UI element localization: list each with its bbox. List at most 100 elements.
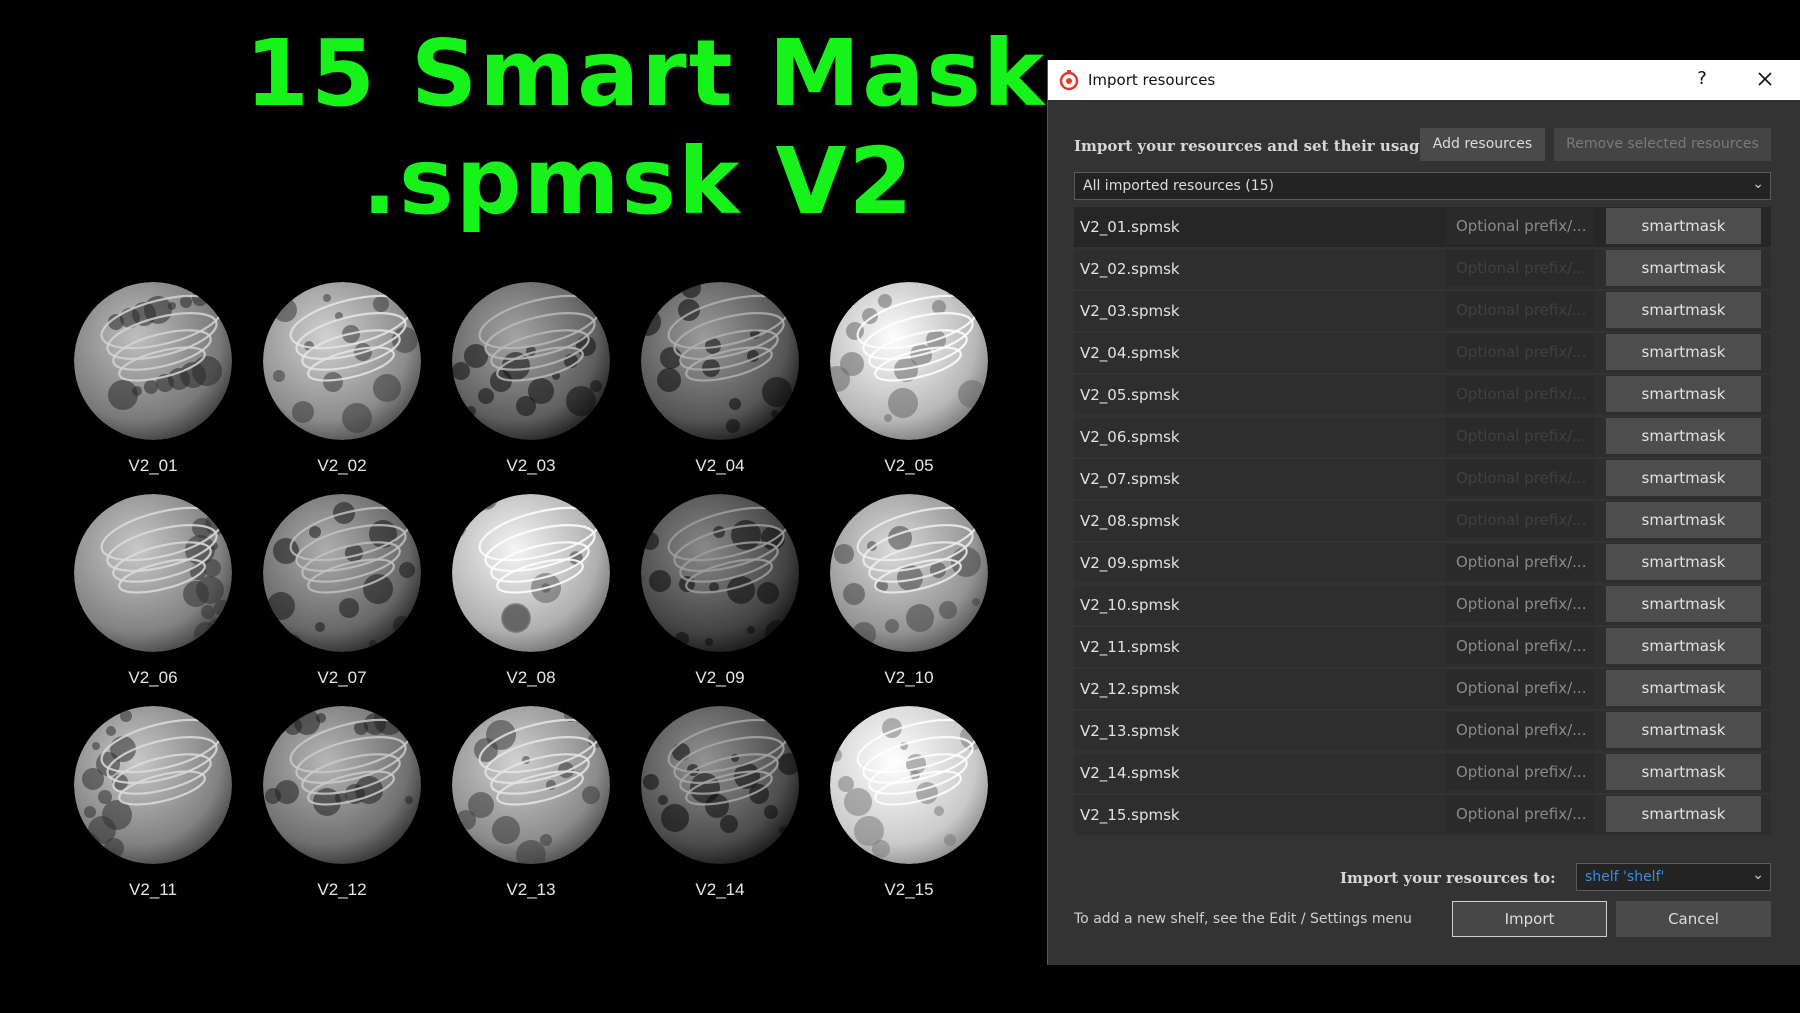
mask-preview-item: V2_05 <box>828 282 998 492</box>
resource-row[interactable]: V2_14.spmsk Optional prefix/... smartmask <box>1074 753 1771 793</box>
mask-preview-item: V2_12 <box>261 706 431 916</box>
shelf-value: shelf 'shelf' <box>1585 869 1665 885</box>
prefix-input[interactable]: Optional prefix/... <box>1446 418 1594 454</box>
mask-preview-item: V2_09 <box>639 494 809 704</box>
mask-preview-item: V2_03 <box>450 282 620 492</box>
mask-preview-label: V2_13 <box>506 880 556 899</box>
prefix-input[interactable]: Optional prefix/... <box>1446 712 1594 748</box>
resource-name: V2_04.spmsk <box>1080 344 1180 362</box>
mask-preview-item: V2_07 <box>261 494 431 704</box>
mask-sphere-image <box>830 494 988 652</box>
import-header-label: Import your resources and set their usag… <box>1074 137 1430 155</box>
prefix-input[interactable]: Optional prefix/... <box>1446 292 1594 328</box>
resource-name: V2_15.spmsk <box>1080 806 1180 824</box>
resource-name: V2_01.spmsk <box>1080 218 1180 236</box>
prefix-input[interactable]: Optional prefix/... <box>1446 460 1594 496</box>
add-resources-button[interactable]: Add resources <box>1420 128 1545 161</box>
mask-sphere-image <box>74 706 232 864</box>
usage-dropdown[interactable]: smartmask <box>1606 334 1761 370</box>
prefix-input[interactable]: Optional prefix/... <box>1446 670 1594 706</box>
mask-preview-label: V2_15 <box>884 880 934 899</box>
resource-row[interactable]: V2_06.spmsk Optional prefix/... smartmask <box>1074 417 1771 457</box>
resource-row[interactable]: V2_13.spmsk Optional prefix/... smartmask <box>1074 711 1771 751</box>
resource-row[interactable]: V2_03.spmsk Optional prefix/... smartmask <box>1074 291 1771 331</box>
mask-preview-label: V2_09 <box>695 668 745 687</box>
resource-row[interactable]: V2_01.spmsk Optional prefix/... smartmask <box>1074 207 1771 247</box>
banner-title-line2: .spmsk V2 <box>362 128 915 235</box>
prefix-input[interactable]: Optional prefix/... <box>1446 754 1594 790</box>
resource-row[interactable]: V2_10.spmsk Optional prefix/... smartmask <box>1074 585 1771 625</box>
import-button[interactable]: Import <box>1452 901 1607 937</box>
shelf-hint: To add a new shelf, see the Edit / Setti… <box>1074 911 1412 927</box>
mask-preview-label: V2_06 <box>128 668 178 687</box>
resource-name: V2_11.spmsk <box>1080 638 1180 656</box>
filter-value: All imported resources (15) <box>1083 178 1275 194</box>
close-button[interactable] <box>1751 66 1779 92</box>
import-resources-dialog: Import resources ? Import your resources… <box>1047 60 1800 965</box>
mask-sphere-image <box>452 282 610 440</box>
mask-preview-label: V2_05 <box>884 456 934 475</box>
mask-sphere-image <box>641 706 799 864</box>
chevron-down-icon: ⌄ <box>1752 176 1764 192</box>
prefix-input[interactable]: Optional prefix/... <box>1446 628 1594 664</box>
resource-row[interactable]: V2_15.spmsk Optional prefix/... smartmask <box>1074 795 1771 835</box>
usage-dropdown[interactable]: smartmask <box>1606 628 1761 664</box>
usage-dropdown[interactable]: smartmask <box>1606 502 1761 538</box>
dialog-titlebar: Import resources ? <box>1048 60 1800 100</box>
usage-dropdown[interactable]: smartmask <box>1606 754 1761 790</box>
mask-sphere-image <box>74 494 232 652</box>
usage-dropdown[interactable]: smartmask <box>1606 586 1761 622</box>
resource-name: V2_09.spmsk <box>1080 554 1180 572</box>
cancel-button[interactable]: Cancel <box>1616 901 1771 937</box>
prefix-input[interactable]: Optional prefix/... <box>1446 208 1594 244</box>
resource-row[interactable]: V2_08.spmsk Optional prefix/... smartmask <box>1074 501 1771 541</box>
resource-name: V2_06.spmsk <box>1080 428 1180 446</box>
resource-row[interactable]: V2_12.spmsk Optional prefix/... smartmask <box>1074 669 1771 709</box>
prefix-input[interactable]: Optional prefix/... <box>1446 544 1594 580</box>
mask-preview-item: V2_04 <box>639 282 809 492</box>
usage-dropdown[interactable]: smartmask <box>1606 544 1761 580</box>
usage-dropdown[interactable]: smartmask <box>1606 796 1761 832</box>
usage-dropdown[interactable]: smartmask <box>1606 418 1761 454</box>
resource-name: V2_02.spmsk <box>1080 260 1180 278</box>
usage-dropdown[interactable]: smartmask <box>1606 712 1761 748</box>
mask-sphere-image <box>74 282 232 440</box>
resource-row[interactable]: V2_04.spmsk Optional prefix/... smartmask <box>1074 333 1771 373</box>
prefix-input[interactable]: Optional prefix/... <box>1446 586 1594 622</box>
resource-row[interactable]: V2_09.spmsk Optional prefix/... smartmask <box>1074 543 1771 583</box>
resource-filter-dropdown[interactable]: All imported resources (15) ⌄ <box>1074 172 1771 200</box>
prefix-input[interactable]: Optional prefix/... <box>1446 334 1594 370</box>
remove-selected-resources-button[interactable]: Remove selected resources <box>1554 128 1771 161</box>
usage-dropdown[interactable]: smartmask <box>1606 292 1761 328</box>
shelf-dropdown[interactable]: shelf 'shelf' ⌄ <box>1576 863 1771 891</box>
prefix-input[interactable]: Optional prefix/... <box>1446 376 1594 412</box>
mask-sphere-image <box>641 282 799 440</box>
mask-preview-item: V2_11 <box>72 706 242 916</box>
resource-row[interactable]: V2_02.spmsk Optional prefix/... smartmask <box>1074 249 1771 289</box>
mask-preview-label: V2_12 <box>317 880 367 899</box>
resource-row[interactable]: V2_11.spmsk Optional prefix/... smartmask <box>1074 627 1771 667</box>
usage-dropdown[interactable]: smartmask <box>1606 376 1761 412</box>
mask-sphere-image <box>452 706 610 864</box>
usage-dropdown[interactable]: smartmask <box>1606 670 1761 706</box>
mask-preview-item: V2_15 <box>828 706 998 916</box>
prefix-input[interactable]: Optional prefix/... <box>1446 250 1594 286</box>
usage-dropdown[interactable]: smartmask <box>1606 250 1761 286</box>
mask-preview-label: V2_10 <box>884 668 934 687</box>
help-button[interactable]: ? <box>1689 66 1715 92</box>
prefix-input[interactable]: Optional prefix/... <box>1446 502 1594 538</box>
resource-name: V2_13.spmsk <box>1080 722 1180 740</box>
resource-row[interactable]: V2_07.spmsk Optional prefix/... smartmask <box>1074 459 1771 499</box>
resource-name: V2_08.spmsk <box>1080 512 1180 530</box>
usage-dropdown[interactable]: smartmask <box>1606 460 1761 496</box>
usage-dropdown[interactable]: smartmask <box>1606 208 1761 244</box>
mask-sphere-image <box>452 494 610 652</box>
dialog-title: Import resources <box>1088 71 1216 89</box>
mask-preview-label: V2_04 <box>695 456 745 475</box>
prefix-input[interactable]: Optional prefix/... <box>1446 796 1594 832</box>
resource-row[interactable]: V2_05.spmsk Optional prefix/... smartmask <box>1074 375 1771 415</box>
import-to-label: Import your resources to: <box>1340 869 1556 887</box>
close-icon <box>1758 72 1772 86</box>
mask-preview-label: V2_03 <box>506 456 556 475</box>
banner-title-line1: 15 Smart Mask <box>245 20 1047 127</box>
